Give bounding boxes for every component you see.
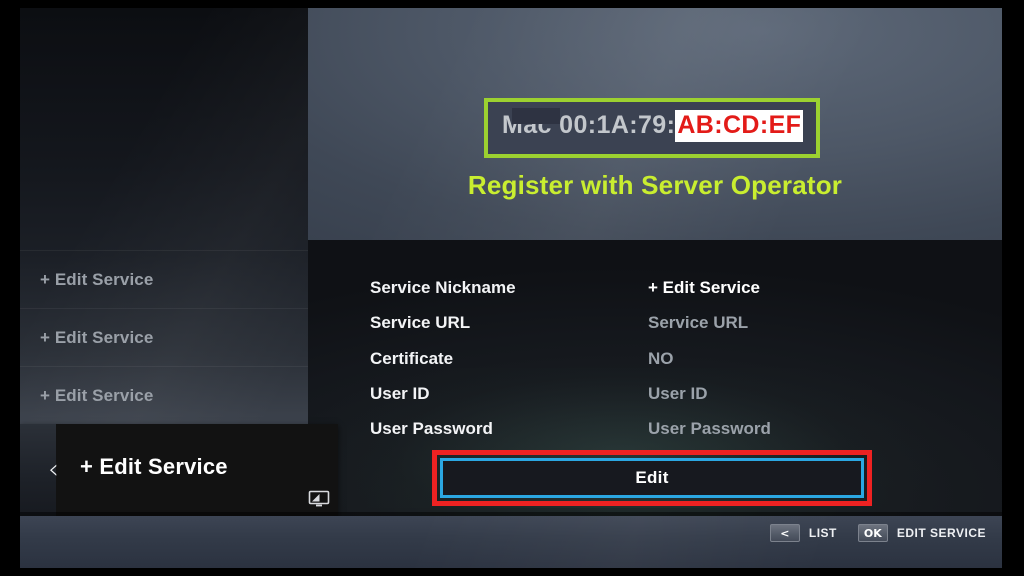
hint-bar: < LIST OK EDIT SERVICE — [20, 516, 1002, 568]
hero-header: Mac 00:1A:79: AB:CD:EF Register with Serv… — [308, 8, 1002, 240]
field-label: User ID — [370, 384, 430, 403]
list-item-selected[interactable]: ‹ + Edit Service — [20, 424, 338, 516]
selected-service-label: + Edit Service — [80, 454, 228, 479]
list-item[interactable]: + Edit Service — [20, 366, 308, 424]
key-ok-icon[interactable]: OK — [857, 524, 888, 542]
field-value[interactable]: User ID — [648, 384, 708, 404]
monitor-icon — [308, 490, 330, 508]
hint-label-edit-service: EDIT SERVICE — [896, 526, 986, 540]
list-item[interactable]: + Edit Service — [20, 250, 308, 308]
form-row-certificate[interactable]: Certificate NO — [370, 349, 970, 375]
main-panel: Mac 00:1A:79: AB:CD:EF Register with Serv… — [308, 8, 1002, 568]
form-row-user-id[interactable]: User ID User ID — [370, 384, 970, 410]
field-label: User Password — [370, 419, 493, 438]
edit-button-highlight: Edit — [432, 450, 872, 506]
form-row-service-nickname[interactable]: Service Nickname + Edit Service — [370, 278, 970, 304]
service-item-label: + Edit Service — [40, 327, 154, 347]
page-title: Register with Server Operator — [467, 170, 843, 200]
app-viewport: + Edit Service + Edit Service + Edit Ser… — [20, 8, 1002, 568]
mac-address-box: Mac 00:1A:79: AB:CD:EF — [484, 98, 820, 158]
tv-screen: + Edit Service + Edit Service + Edit Ser… — [0, 0, 1024, 576]
field-label: Certificate — [370, 349, 454, 368]
field-value[interactable]: Service URL — [648, 313, 748, 333]
edit-button-label: Edit — [635, 468, 669, 487]
key-back-icon[interactable]: < — [769, 524, 800, 542]
hint-bar-items: < LIST OK EDIT SERVICE — [769, 524, 986, 542]
mac-address-highlight: Mac 00:1A:79: AB:CD:EF — [484, 98, 820, 158]
edit-button[interactable]: Edit — [440, 458, 864, 498]
mac-address-redacted: AB:CD:EF — [675, 110, 804, 142]
field-value[interactable]: NO — [648, 349, 674, 369]
list-item[interactable]: + Edit Service — [20, 308, 308, 366]
field-value[interactable]: User Password — [648, 419, 771, 439]
chevron-left-icon[interactable]: ‹ — [48, 456, 64, 483]
service-item-label: + Edit Service — [40, 269, 154, 289]
field-value[interactable]: + Edit Service — [648, 278, 760, 298]
form-row-user-password[interactable]: User Password User Password — [370, 419, 970, 445]
field-label: Service Nickname — [370, 278, 516, 297]
service-item-label: + Edit Service — [40, 385, 154, 405]
redaction-smudge — [512, 108, 560, 124]
field-label: Service URL — [370, 313, 471, 332]
form-row-service-url[interactable]: Service URL Service URL — [370, 313, 970, 339]
hint-label-list: LIST — [808, 526, 837, 540]
